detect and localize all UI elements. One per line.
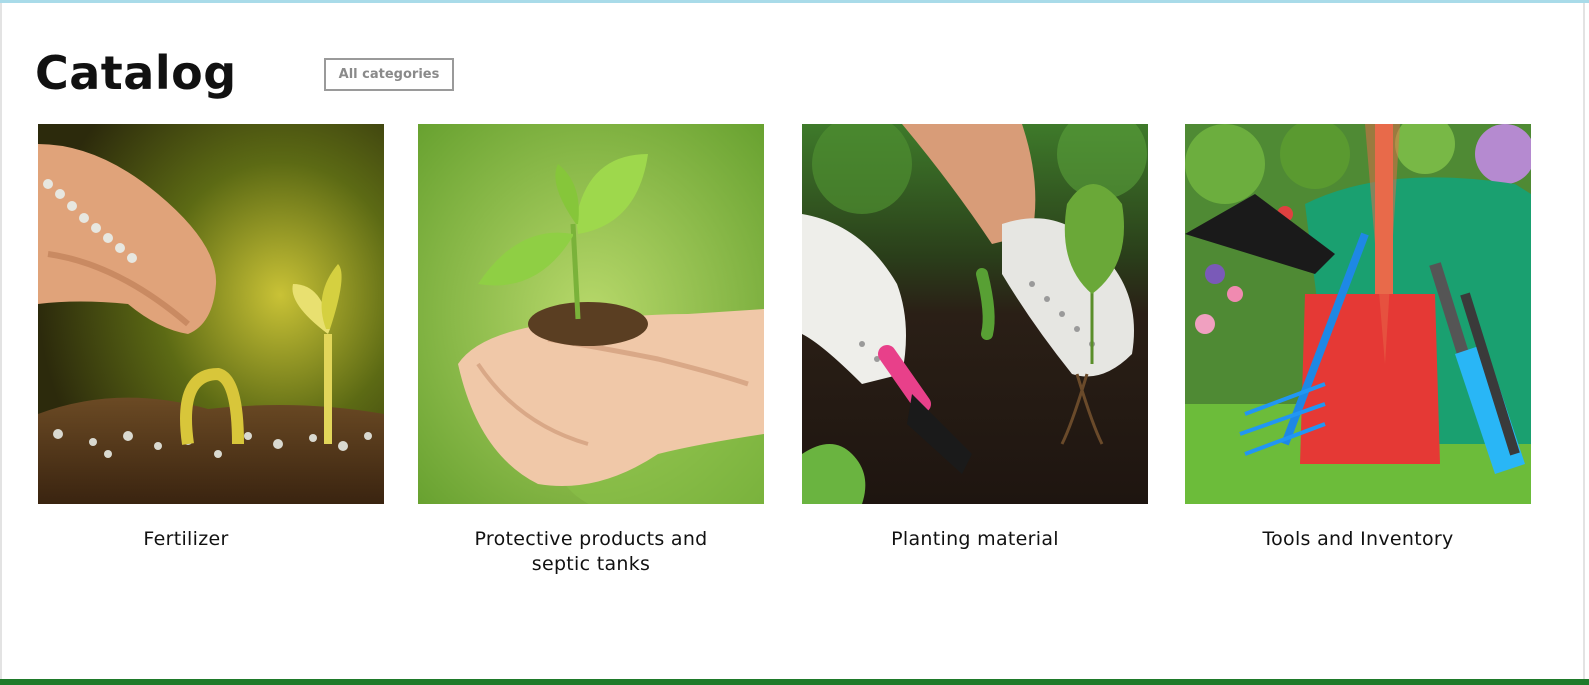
category-label[interactable]: Planting material	[802, 527, 1148, 552]
category-card-planting-material[interactable]: Planting material	[802, 124, 1148, 552]
category-image-fertilizer[interactable]	[38, 124, 384, 504]
category-image-planting-material[interactable]	[802, 124, 1148, 504]
seedling-hands-photo	[418, 124, 764, 504]
category-image-protective-products[interactable]	[418, 124, 764, 504]
top-accent-bar	[0, 0, 1589, 3]
category-label[interactable]: Fertilizer	[38, 527, 384, 552]
category-label[interactable]: Protective products and septic tanks	[418, 527, 764, 577]
page-title: Catalog	[35, 46, 237, 100]
all-categories-button[interactable]: All categories	[324, 58, 454, 91]
category-card-fertilizer[interactable]: Fertilizer	[38, 124, 384, 552]
garden-tools-photo	[1185, 124, 1531, 504]
category-label[interactable]: Tools and Inventory	[1185, 527, 1531, 552]
bottom-accent-bar	[0, 679, 1589, 685]
fertilizer-photo	[38, 124, 384, 504]
category-card-protective-products[interactable]: Protective products and septic tanks	[418, 124, 764, 577]
category-image-tools-inventory[interactable]	[1185, 124, 1531, 504]
planting-gloves-photo	[802, 124, 1148, 504]
category-card-tools-inventory[interactable]: Tools and Inventory	[1185, 124, 1531, 552]
